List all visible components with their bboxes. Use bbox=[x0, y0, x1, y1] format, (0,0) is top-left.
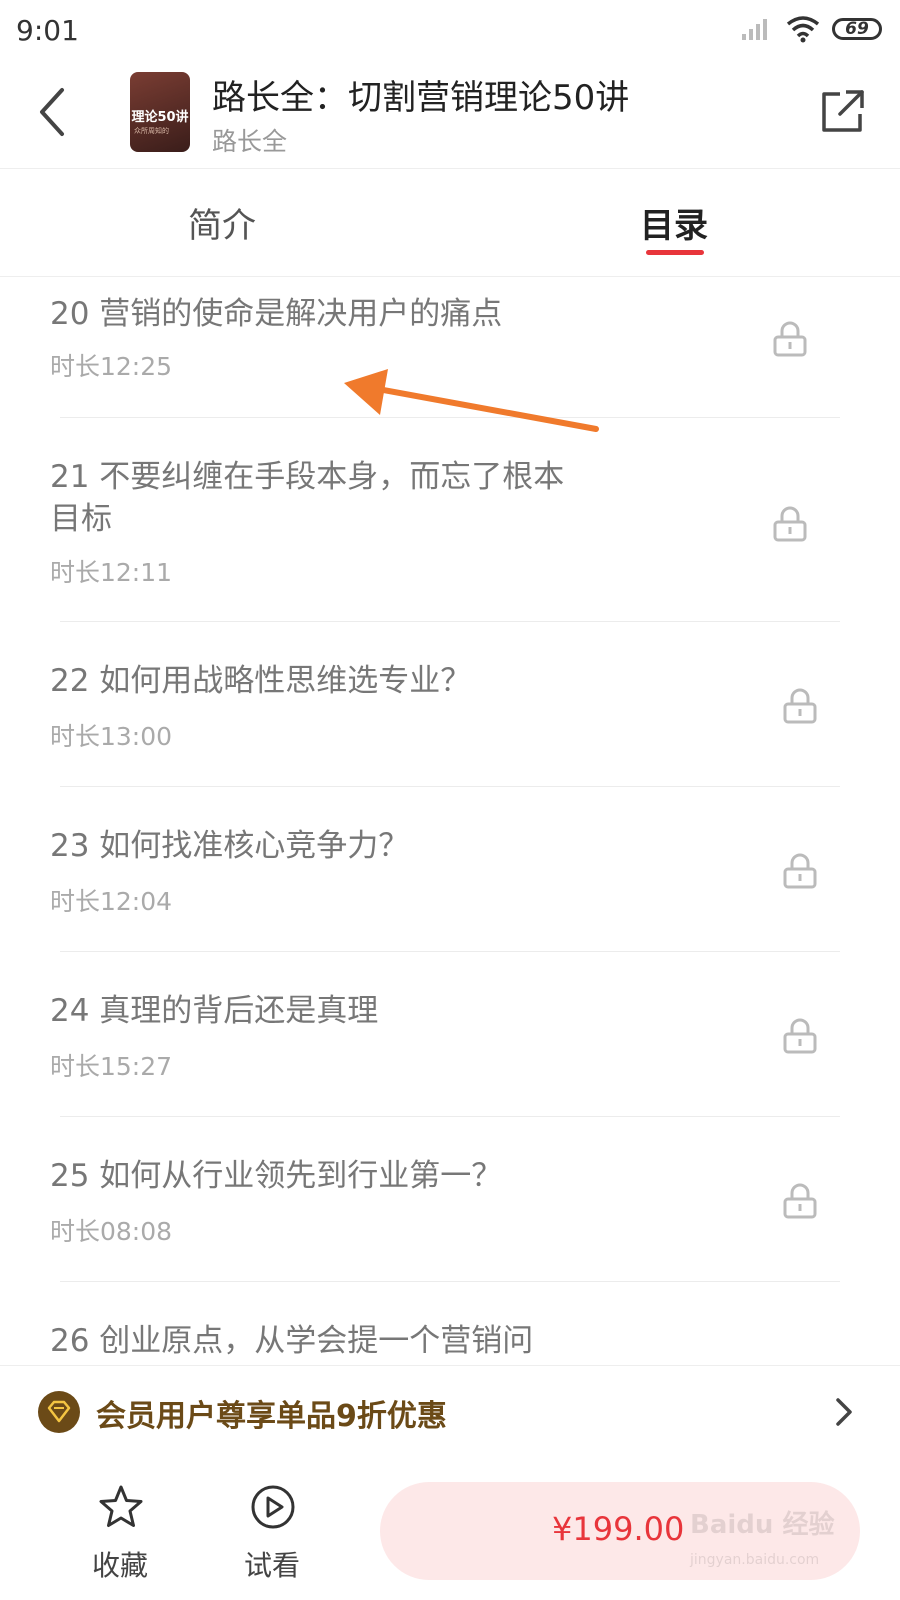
lock-icon bbox=[773, 506, 807, 542]
signal-icon bbox=[742, 19, 767, 40]
lock-icon bbox=[773, 321, 807, 357]
lock-icon bbox=[783, 1183, 817, 1219]
lesson-duration: 时长12:04 bbox=[50, 887, 173, 916]
status-time: 9:01 bbox=[16, 14, 79, 47]
lock-icon bbox=[783, 1018, 817, 1054]
lesson-title: 22 如何用战略性思维选专业？ bbox=[50, 663, 472, 699]
tab-intro[interactable]: 简介 bbox=[188, 198, 256, 247]
tab-catalog[interactable]: 目录 bbox=[640, 198, 708, 247]
lesson-title: 20 营销的使命是解决用户的痛点 bbox=[50, 296, 503, 332]
vip-text: 会员用户尊享单品9折优惠 bbox=[96, 1399, 447, 1434]
vip-banner[interactable]: 会员用户尊享单品9折优惠 bbox=[0, 1365, 900, 1461]
course-author: 路长全 bbox=[212, 127, 288, 156]
watermark-url: jingyan.baidu.com bbox=[690, 1552, 820, 1568]
wifi-icon bbox=[786, 16, 820, 43]
lesson-title: 21 不要纠缠在手段本身，而忘了根本目标 bbox=[50, 459, 565, 537]
header: 理论50讲 众所周知的 路长全：切割营销理论50讲 路长全 bbox=[0, 60, 900, 169]
trial-button[interactable]: 试看 bbox=[232, 1484, 312, 1582]
course-cover: 理论50讲 众所周知的 bbox=[130, 72, 190, 152]
trial-label: 试看 bbox=[243, 1549, 300, 1582]
status-bar: 9:01 69 bbox=[0, 0, 900, 60]
list-item[interactable]: 25 如何从行业领先到行业第一？ 时长08:08 bbox=[0, 1117, 900, 1282]
star-icon bbox=[99, 1485, 143, 1527]
chevron-right-icon bbox=[836, 1398, 852, 1426]
vip-diamond-icon bbox=[38, 1391, 80, 1433]
favorite-button[interactable]: 收藏 bbox=[80, 1484, 160, 1582]
list-item[interactable]: 24 真理的背后还是真理 时长15:27 bbox=[0, 952, 900, 1117]
lesson-list: 20 营销的使命是解决用户的痛点 时长12:25 21 不要纠缠在手段本身，而忘… bbox=[0, 277, 900, 1365]
lesson-title: 26 创业原点，从学会提一个营销问 bbox=[50, 1323, 534, 1359]
battery-icon: 69 bbox=[832, 18, 882, 40]
battery-level: 69 bbox=[845, 19, 869, 39]
annotation-arrow-icon bbox=[344, 369, 599, 432]
bottom-action-bar: 收藏 试看 ¥199.00 Baidu 经验 jingyan.baidu.com bbox=[0, 1460, 900, 1600]
lesson-title: 25 如何从行业领先到行业第一？ bbox=[50, 1158, 503, 1194]
lesson-duration: 时长08:08 bbox=[50, 1217, 173, 1246]
lock-icon bbox=[783, 853, 817, 889]
lesson-duration: 时长15:27 bbox=[50, 1052, 173, 1081]
lesson-duration: 时长12:25 bbox=[50, 352, 173, 381]
share-icon[interactable] bbox=[818, 88, 866, 136]
back-icon[interactable] bbox=[34, 86, 74, 138]
list-item[interactable]: 23 如何找准核心竞争力？ 时长12:04 bbox=[0, 787, 900, 952]
cover-title: 理论50讲 bbox=[131, 110, 189, 125]
active-tab-indicator bbox=[646, 250, 704, 255]
lock-icon bbox=[783, 688, 817, 724]
course-title: 路长全：切割营销理论50讲 bbox=[212, 78, 630, 118]
list-item[interactable]: 22 如何用战略性思维选专业？ 时长13:00 bbox=[0, 622, 900, 787]
tab-bar: 简介 目录 bbox=[0, 168, 900, 277]
lesson-title: 23 如何找准核心竞争力？ bbox=[50, 828, 410, 864]
lesson-title: 24 真理的背后还是真理 bbox=[50, 993, 379, 1029]
lesson-duration: 时长13:00 bbox=[50, 722, 173, 751]
cover-subtitle: 众所周知的 bbox=[134, 127, 169, 135]
watermark: Baidu 经验 bbox=[690, 1510, 835, 1540]
play-circle-icon bbox=[251, 1485, 295, 1529]
list-item[interactable]: 26 创业原点，从学会提一个营销问 bbox=[0, 1282, 900, 1365]
price: ¥199.00 bbox=[552, 1510, 685, 1548]
favorite-label: 收藏 bbox=[91, 1549, 148, 1582]
lesson-duration: 时长12:11 bbox=[50, 558, 173, 587]
